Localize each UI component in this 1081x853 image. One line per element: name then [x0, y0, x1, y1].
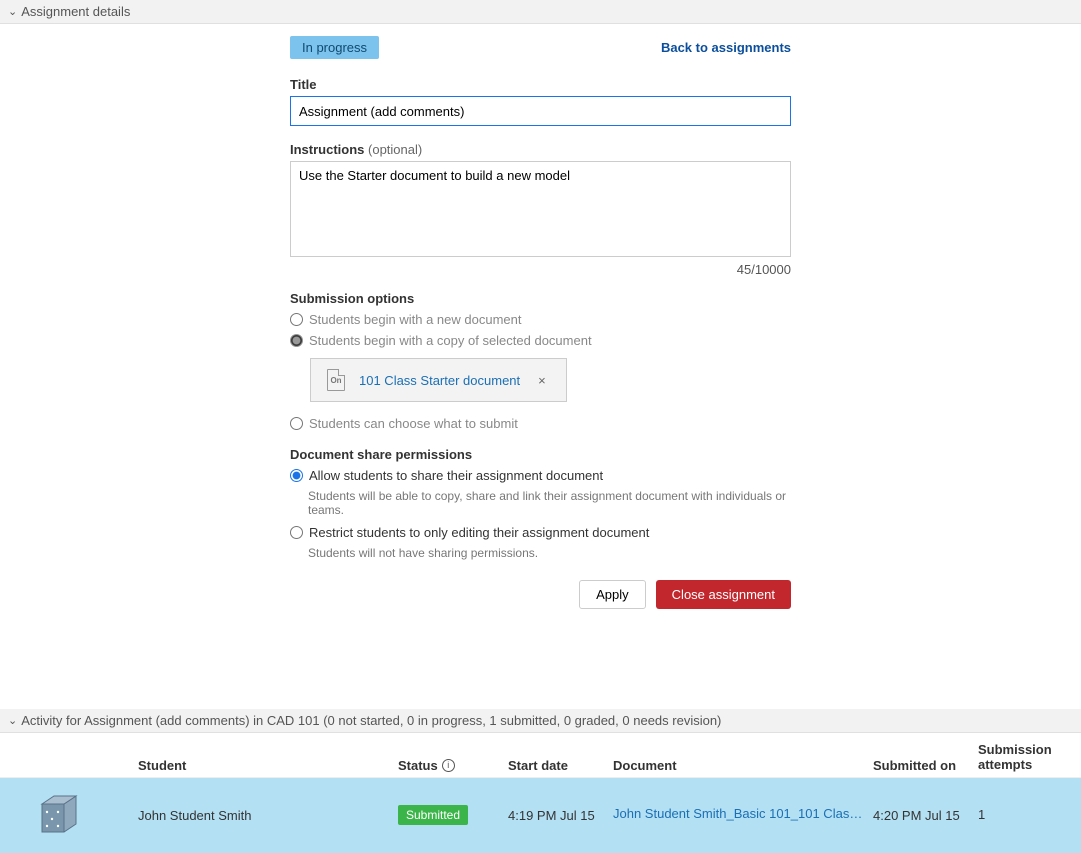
col-document: Document [613, 758, 873, 773]
selected-document-link[interactable]: 101 Class Starter document [359, 373, 520, 388]
cube-icon [34, 792, 84, 836]
chevron-down-icon: ⌄ [8, 714, 17, 727]
info-icon[interactable]: i [442, 759, 455, 772]
submission-options-label: Submission options [290, 291, 791, 306]
activity-title: Activity for Assignment (add comments) i… [21, 713, 721, 728]
char-count: 45/10000 [290, 262, 791, 277]
cell-document-link[interactable]: John Student Smith_Basic 101_101 Class S… [613, 806, 863, 821]
radio-new-document[interactable] [290, 313, 303, 326]
radio-share-allow[interactable] [290, 469, 303, 482]
cell-student: John Student Smith [138, 808, 398, 823]
assignment-details-header[interactable]: ⌄ Assignment details [0, 0, 1081, 24]
share-allow-help: Students will be able to copy, share and… [308, 489, 791, 517]
radio-copy-document[interactable] [290, 334, 303, 347]
title-input[interactable] [290, 96, 791, 126]
status-badge: In progress [290, 36, 379, 59]
radio-share-restrict[interactable] [290, 526, 303, 539]
chevron-down-icon: ⌄ [8, 5, 17, 18]
option-choose-submit[interactable]: Students can choose what to submit [290, 416, 791, 431]
share-permissions-label: Document share permissions [290, 447, 791, 462]
selected-document-chip: On 101 Class Starter document × [310, 358, 567, 402]
col-status: Status i [398, 758, 508, 773]
instructions-label: Instructions (optional) [290, 142, 791, 157]
radio-choose-submit[interactable] [290, 417, 303, 430]
activity-header[interactable]: ⌄ Activity for Assignment (add comments)… [0, 709, 1081, 733]
option-copy-document[interactable]: Students begin with a copy of selected d… [290, 333, 791, 348]
col-student: Student [138, 758, 398, 773]
share-restrict-help: Students will not have sharing permissio… [308, 546, 791, 560]
option-share-restrict[interactable]: Restrict students to only editing their … [290, 525, 791, 540]
instructions-input[interactable] [290, 161, 791, 257]
assignment-form: In progress Back to assignments Title In… [0, 24, 1081, 649]
option-new-document[interactable]: Students begin with a new document [290, 312, 791, 327]
back-to-assignments-link[interactable]: Back to assignments [661, 40, 791, 55]
col-submitted: Submitted on [873, 758, 978, 773]
section-title: Assignment details [21, 4, 130, 19]
cell-start: 4:19 PM Jul 15 [508, 808, 613, 823]
cell-attempts: 1 [978, 808, 1073, 823]
apply-button[interactable]: Apply [579, 580, 646, 609]
title-label: Title [290, 77, 791, 92]
table-row[interactable]: John Student Smith Submitted 4:19 PM Jul… [0, 778, 1081, 853]
col-attempts: Submission attempts [978, 743, 1073, 773]
document-icon: On [327, 369, 345, 391]
remove-document-button[interactable]: × [534, 373, 550, 388]
close-assignment-button[interactable]: Close assignment [656, 580, 791, 609]
col-start: Start date [508, 758, 613, 773]
option-share-allow[interactable]: Allow students to share their assignment… [290, 468, 791, 483]
cell-submitted: 4:20 PM Jul 15 [873, 808, 978, 823]
cell-status: Submitted [398, 805, 468, 825]
activity-table-header: Student Status i Start date Document Sub… [0, 733, 1081, 778]
